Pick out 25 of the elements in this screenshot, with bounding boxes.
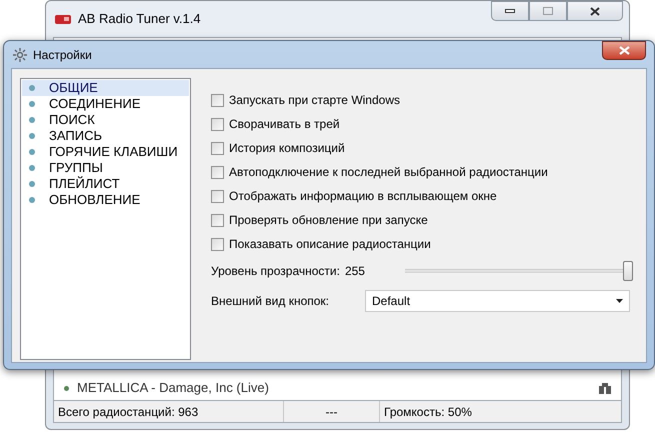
volume-text: Громкость: 50%	[383, 404, 473, 420]
section-item[interactable]: ГОРЯЧИЕ КЛАВИШИ	[22, 144, 189, 160]
section-item[interactable]: ГРУППЫ	[22, 160, 189, 176]
status-text: ---	[284, 401, 380, 422]
section-item[interactable]: ПЛЕЙЛИСТ	[22, 176, 189, 192]
section-item[interactable]: ОБНОВЛЕНИЕ	[22, 192, 189, 208]
station-count: Всего радиостанций: 963	[54, 401, 284, 422]
dialog-title: Настройки	[33, 46, 92, 64]
dropdown-label: Внешний вид кнопок:	[211, 293, 330, 310]
window-title: AB Radio Tuner v.1.4	[78, 10, 201, 28]
checkbox-label[interactable]: Отображать информацию в всплывающем окне	[229, 187, 497, 205]
checkbox-label[interactable]: Показавать описание радиостанции	[229, 235, 431, 253]
checkbox-label[interactable]: Автоподключение к последней выбранной радиостанции	[229, 163, 548, 181]
section-item[interactable]: ОБЩИЕ	[22, 80, 189, 96]
slider-label: Уровень прозрачности:	[211, 263, 340, 280]
slider-value: 255	[344, 263, 365, 280]
checkbox-label[interactable]: Сворачивать в трей	[229, 115, 340, 133]
track-title[interactable]: METALLICA - Damage, Inc (Live)	[77, 378, 269, 398]
dropdown-field[interactable]: Default	[365, 290, 630, 312]
checkbox-label[interactable]: Запускать при старте Windows	[229, 91, 400, 109]
checkbox-label[interactable]: Проверять обновление при запуске	[229, 211, 428, 229]
section-item[interactable]: ПОИСК	[22, 112, 189, 128]
section-item[interactable]: СОЕДИНЕНИЕ	[22, 96, 189, 112]
checkbox-label[interactable]: История композиций	[229, 139, 345, 157]
section-item[interactable]: ЗАПИСЬ	[22, 128, 189, 144]
